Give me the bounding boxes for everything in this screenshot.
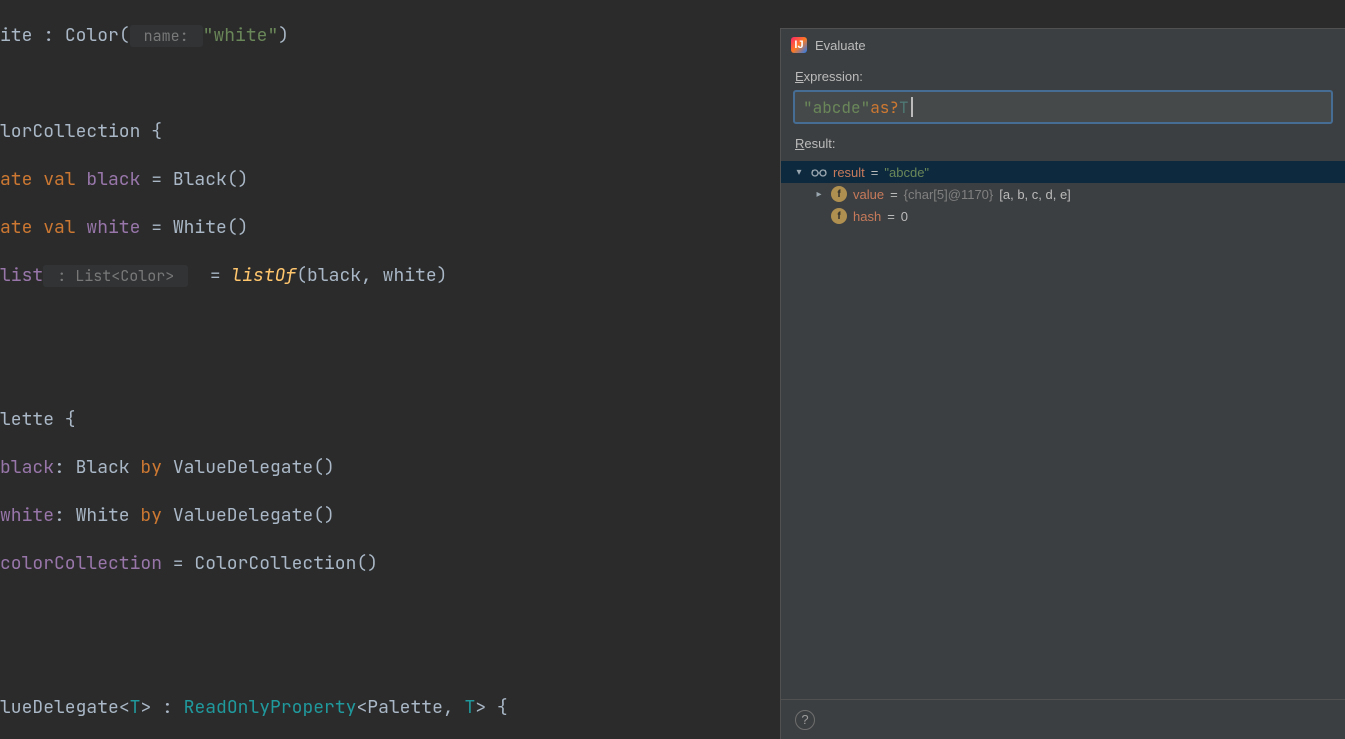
evaluate-footer: ? [781, 699, 1345, 739]
code-text: ite [0, 24, 32, 47]
evaluate-title: Evaluate [815, 38, 866, 53]
result-tree[interactable]: ▾ result = "abcde" ▸ f value = {char[5]@… [781, 161, 1345, 227]
glasses-icon [811, 164, 827, 180]
code-editor[interactable]: ite : Color( name: "white") lorCollectio… [0, 0, 780, 739]
inlay-hint: name: [130, 25, 203, 47]
result-root-row[interactable]: ▾ result = "abcde" [781, 161, 1345, 183]
evaluate-titlebar[interactable]: IJ Evaluate [781, 29, 1345, 63]
result-label: Result: [781, 130, 1345, 153]
result-value-row[interactable]: ▸ f value = {char[5]@1170} [a, b, c, d, … [781, 183, 1345, 205]
expression-input[interactable]: "abcde" as? T [793, 90, 1333, 124]
intellij-icon: IJ [791, 37, 807, 53]
field-icon: f [831, 208, 847, 224]
chevron-down-icon[interactable]: ▾ [793, 166, 805, 178]
field-icon: f [831, 186, 847, 202]
expression-label: Expression: [781, 63, 1345, 86]
caret-icon [911, 97, 913, 117]
inlay-hint: : List<Color> [43, 265, 188, 287]
chevron-right-icon[interactable]: ▸ [813, 188, 825, 200]
result-hash-row[interactable]: f hash = 0 [781, 205, 1345, 227]
help-icon[interactable]: ? [795, 710, 815, 730]
result-name: result [833, 165, 865, 180]
evaluate-popup: IJ Evaluate Expression: "abcde" as? T Re… [780, 28, 1345, 739]
spacer [813, 210, 825, 222]
